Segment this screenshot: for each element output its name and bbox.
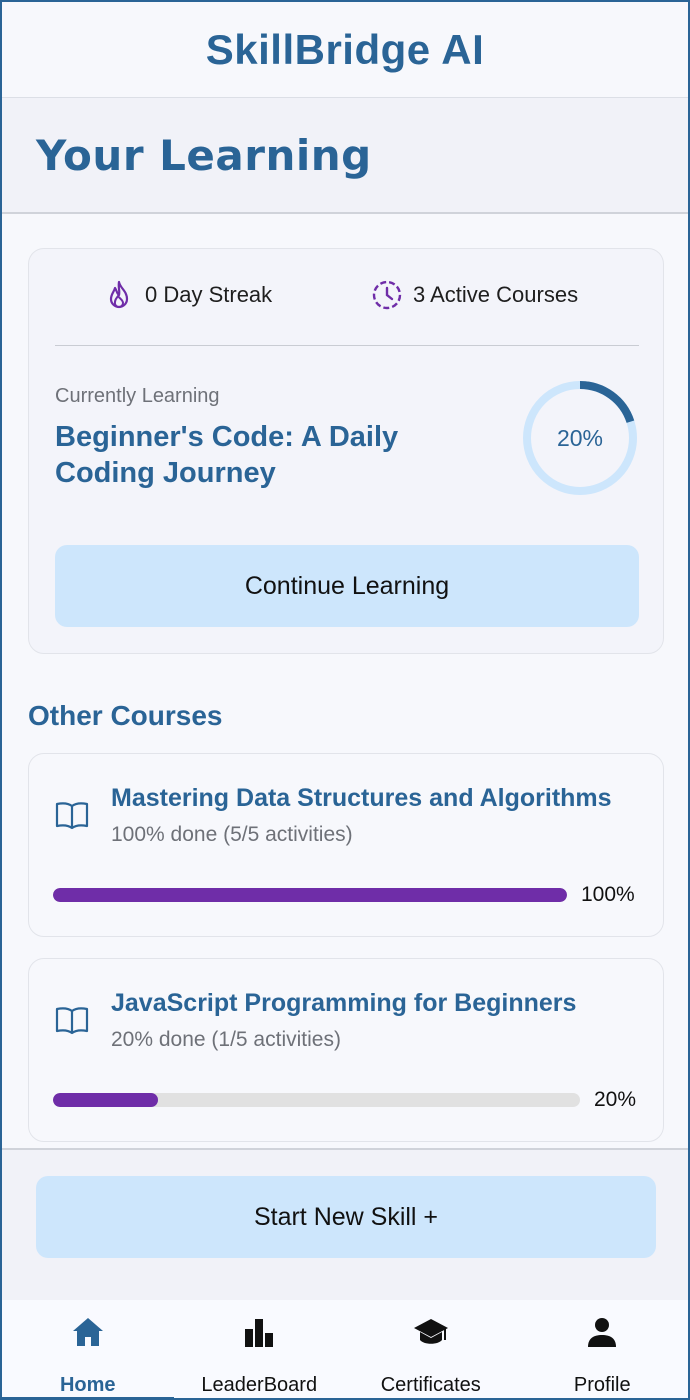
course-progress-text: 20% done (1/5 activities) <box>111 1028 341 1051</box>
nav-label: Profile <box>573 1374 631 1396</box>
stats-row: 0 Day Streak 3 Active Courses <box>55 275 639 335</box>
start-new-skill-button[interactable]: Start New Skill + <box>36 1176 656 1258</box>
app-title: SkillBridge AI <box>205 25 485 73</box>
course-card[interactable]: Mastering Data Structures and Algorithms… <box>28 753 664 937</box>
currently-learning-label: Currently Learning <box>55 385 220 407</box>
streak-stat: 0 Day Streak <box>103 275 272 315</box>
nav-item-profile[interactable]: Profile <box>517 1300 689 1398</box>
progress-bar <box>53 888 567 902</box>
nav-item-leaderboard[interactable]: LeaderBoard <box>174 1300 346 1398</box>
book-icon <box>55 802 89 830</box>
nav-label: LeaderBoard <box>201 1374 318 1396</box>
page-title: Your Learning <box>36 130 372 180</box>
person-icon <box>588 1318 617 1347</box>
progress-bar <box>53 1093 580 1107</box>
main-scroll-area[interactable]: 0 Day Streak 3 Active Courses Currently … <box>2 216 688 1148</box>
progress-percent: 20% <box>556 424 604 451</box>
course-card[interactable]: JavaScript Programming for Beginners 20%… <box>28 958 664 1142</box>
nav-item-certificates[interactable]: Certificates <box>345 1300 517 1398</box>
progress-bar-fill <box>53 888 567 902</box>
active-courses-stat: 3 Active Courses <box>371 275 578 315</box>
other-courses-title: Other Courses <box>28 700 223 731</box>
bottom-nav: Home LeaderBoard Certificates Profile <box>2 1300 689 1398</box>
course-title[interactable]: Mastering Data Structures and Algorithms <box>111 784 651 813</box>
book-icon <box>55 1007 89 1035</box>
progress-percent-label: 20% <box>594 1088 637 1111</box>
course-progress-text: 100% done (5/5 activities) <box>111 823 353 846</box>
flame-icon <box>109 280 129 309</box>
nav-label: Certificates <box>380 1374 481 1396</box>
app-frame: SkillBridge AI Your Learning 0 Day Strea… <box>0 0 690 1400</box>
continue-learning-button[interactable]: Continue Learning <box>55 545 639 627</box>
active-courses-text: 3 Active Courses <box>413 282 579 307</box>
course-title[interactable]: JavaScript Programming for Beginners <box>111 989 651 1018</box>
nav-item-home[interactable]: Home <box>2 1300 174 1398</box>
current-course-card: 0 Day Streak 3 Active Courses Currently … <box>28 248 664 654</box>
streak-text: 0 Day Streak <box>145 282 273 307</box>
progress-bar-fill <box>53 1093 159 1107</box>
graduation-cap-icon <box>413 1319 448 1344</box>
bottom-action-bar: Start New Skill + <box>2 1148 688 1300</box>
divider <box>55 345 639 346</box>
home-icon <box>72 1318 103 1346</box>
leaderboard-icon <box>245 1319 274 1347</box>
nav-label: Home <box>59 1374 116 1396</box>
current-course-title[interactable]: Beginner's Code: A Daily Coding Journey <box>55 419 475 491</box>
clock-icon <box>372 280 402 310</box>
section-header: Your Learning <box>2 98 688 214</box>
app-header: SkillBridge AI <box>2 2 688 98</box>
progress-percent-label: 100% <box>581 883 635 906</box>
